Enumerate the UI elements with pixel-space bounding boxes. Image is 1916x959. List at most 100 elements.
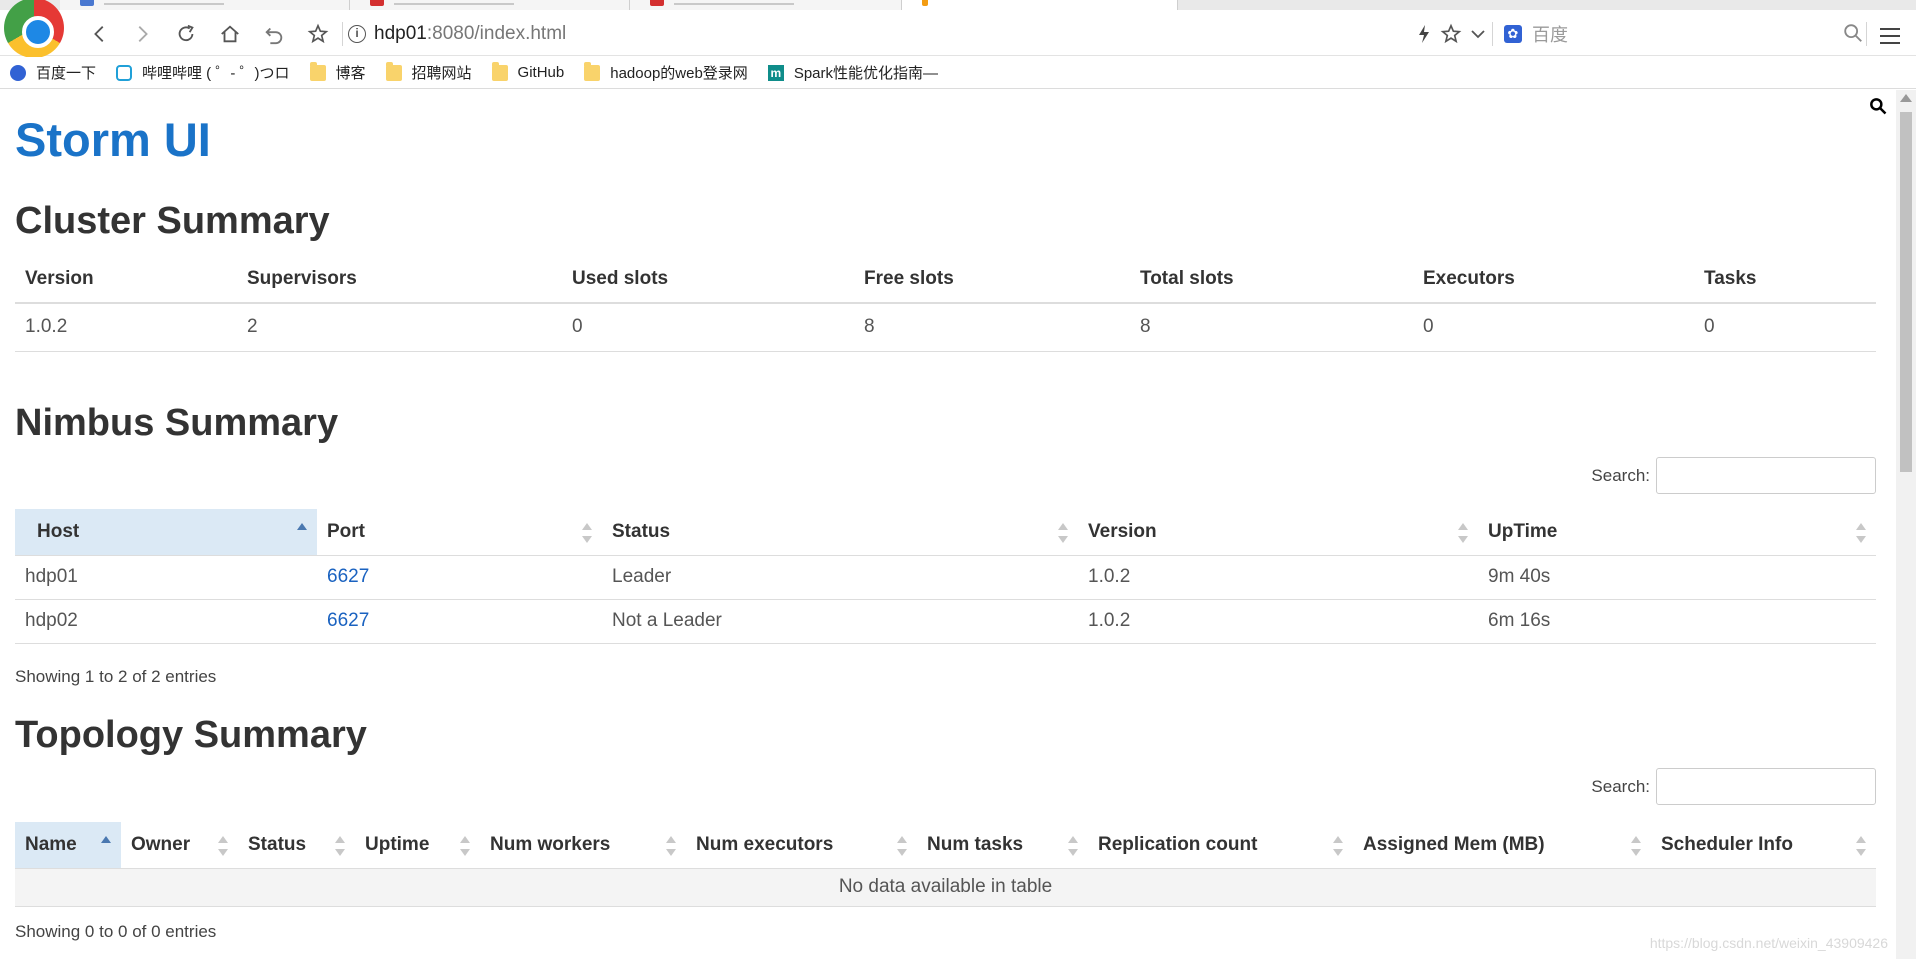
browser-tab[interactable] bbox=[60, 0, 350, 10]
address-actions bbox=[1416, 20, 1486, 48]
sortable-column-header[interactable]: Num tasks bbox=[917, 822, 1088, 869]
sortable-column-header[interactable]: Status bbox=[602, 509, 1078, 556]
scrollbar-thumb[interactable] bbox=[1900, 112, 1912, 472]
back-button[interactable] bbox=[86, 20, 114, 48]
bookmark-folder[interactable]: GitHub bbox=[491, 61, 564, 81]
table-cell: 0 bbox=[562, 303, 854, 352]
table-cell: 8 bbox=[854, 303, 1130, 352]
browser-tab-active[interactable] bbox=[902, 0, 1178, 10]
sortable-column-header[interactable]: Version bbox=[1078, 509, 1478, 556]
sort-ascending-icon bbox=[297, 523, 307, 543]
table-cell: 1.0.2 bbox=[1078, 599, 1478, 644]
watermark: https://blog.csdn.net/weixin_43909426 bbox=[1649, 935, 1888, 951]
browser-tab[interactable] bbox=[350, 0, 630, 10]
tv-icon bbox=[116, 64, 133, 81]
sortable-column-header[interactable]: Port bbox=[317, 509, 602, 556]
table-header-row: Version Supervisors Used slots Free slot… bbox=[15, 255, 1876, 304]
baidu-paw-icon: ✿ bbox=[1504, 25, 1522, 43]
sort-icon bbox=[1856, 523, 1866, 543]
sort-icon bbox=[1458, 523, 1468, 543]
site-info-icon[interactable]: i bbox=[348, 25, 366, 43]
url-host: hdp01 bbox=[374, 23, 427, 44]
sortable-column-header[interactable]: UpTime bbox=[1478, 509, 1876, 556]
forward-button[interactable] bbox=[128, 20, 156, 48]
table-cell: 1.0.2 bbox=[1078, 555, 1478, 600]
empty-table-message: No data available in table bbox=[15, 868, 1876, 907]
reload-button[interactable] bbox=[172, 20, 200, 48]
sortable-column-header[interactable]: Scheduler Info bbox=[1651, 822, 1876, 869]
search-icon[interactable] bbox=[1868, 96, 1888, 116]
sort-icon bbox=[897, 836, 907, 856]
m-icon: m bbox=[767, 64, 784, 81]
sortable-column-header[interactable]: Num executors bbox=[686, 822, 917, 869]
bookmark-folder[interactable]: 博客 bbox=[309, 61, 366, 83]
topology-search-input[interactable] bbox=[1656, 768, 1876, 805]
table-cell: Leader bbox=[602, 555, 1078, 600]
paw-icon bbox=[10, 64, 26, 81]
port-link[interactable]: 6627 bbox=[327, 610, 369, 631]
bookmark-folder[interactable]: hadoop的web登录网 bbox=[584, 61, 748, 83]
folder-icon bbox=[385, 61, 402, 81]
page-title[interactable]: Storm UI bbox=[15, 112, 211, 167]
star-outline-icon[interactable] bbox=[1440, 23, 1462, 45]
bookmark-item[interactable]: m Spark性能优化指南— bbox=[767, 62, 938, 83]
sortable-column-header[interactable]: Name bbox=[15, 822, 121, 869]
folder-icon bbox=[309, 61, 326, 81]
page-viewport: Storm UI Cluster Summary Version Supervi… bbox=[0, 90, 1896, 959]
table-cell: 0 bbox=[1694, 303, 1876, 352]
table-cell: 9m 40s bbox=[1478, 555, 1876, 600]
search-icon[interactable] bbox=[1842, 22, 1864, 44]
table-cell: 8 bbox=[1130, 303, 1413, 352]
browser-search-box[interactable]: ✿ 百度 bbox=[1504, 20, 1864, 48]
sortable-column-header[interactable]: Uptime bbox=[355, 822, 480, 869]
table-cell: Not a Leader bbox=[602, 599, 1078, 644]
port-link[interactable]: 6627 bbox=[327, 566, 369, 587]
sort-icon bbox=[582, 523, 592, 543]
address-bar[interactable]: i hdp01:8080/index.html bbox=[348, 20, 1448, 48]
topology-summary-table: Name Owner Status Uptime Num workers Num… bbox=[15, 822, 1876, 907]
table-cell: 1.0.2 bbox=[15, 303, 237, 352]
vertical-scrollbar[interactable] bbox=[1896, 90, 1916, 959]
sort-icon bbox=[1856, 836, 1866, 856]
undo-icon bbox=[265, 27, 283, 45]
sort-icon bbox=[335, 836, 345, 856]
chevron-right-icon bbox=[138, 26, 148, 42]
lightning-icon[interactable] bbox=[1416, 24, 1432, 44]
search-label: Search: bbox=[1591, 465, 1650, 485]
sortable-column-header[interactable]: Replication count bbox=[1088, 822, 1353, 869]
bookmark-star-button[interactable] bbox=[304, 20, 332, 48]
nimbus-search-input[interactable] bbox=[1656, 457, 1876, 494]
search-placeholder: 百度 bbox=[1532, 25, 1568, 45]
sortable-column-header[interactable]: Status bbox=[238, 822, 355, 869]
home-button[interactable] bbox=[216, 20, 244, 48]
table-cell: 0 bbox=[1413, 303, 1694, 352]
nimbus-table-info: Showing 1 to 2 of 2 entries bbox=[15, 667, 217, 686]
menu-icon[interactable] bbox=[1880, 28, 1900, 44]
sortable-column-header[interactable]: Num workers bbox=[480, 822, 686, 869]
folder-icon bbox=[584, 61, 601, 81]
table-cell: 2 bbox=[237, 303, 562, 352]
sort-ascending-icon bbox=[101, 836, 111, 856]
sortable-column-header[interactable]: Host bbox=[15, 509, 317, 556]
home-icon bbox=[221, 25, 239, 43]
url-path: :8080/index.html bbox=[426, 23, 567, 44]
browser-logo-icon bbox=[4, 0, 64, 58]
bookmark-item[interactable]: 哔哩哔哩 ( ゜- ゜)つロ bbox=[116, 62, 290, 83]
sortable-column-header[interactable]: Owner bbox=[121, 822, 238, 869]
bookmark-folder[interactable]: 招聘网站 bbox=[385, 61, 472, 83]
undo-close-tab-button[interactable] bbox=[260, 20, 288, 48]
nimbus-search: Search: bbox=[1591, 457, 1876, 494]
sort-icon bbox=[1631, 836, 1641, 856]
cluster-summary-heading: Cluster Summary bbox=[15, 200, 330, 242]
topology-search: Search: bbox=[1591, 768, 1876, 805]
sort-icon bbox=[1058, 523, 1068, 543]
browser-tab[interactable] bbox=[630, 0, 902, 10]
sortable-column-header[interactable]: Assigned Mem (MB) bbox=[1353, 822, 1651, 869]
chevron-down-icon[interactable] bbox=[1470, 26, 1486, 42]
scroll-up-icon[interactable] bbox=[1900, 94, 1912, 102]
column-header: Total slots bbox=[1130, 255, 1413, 304]
tab-loading-icon bbox=[922, 0, 928, 6]
column-header: Tasks bbox=[1694, 255, 1876, 304]
column-header: Executors bbox=[1413, 255, 1694, 304]
bookmark-item[interactable]: 百度一下 bbox=[10, 62, 96, 83]
